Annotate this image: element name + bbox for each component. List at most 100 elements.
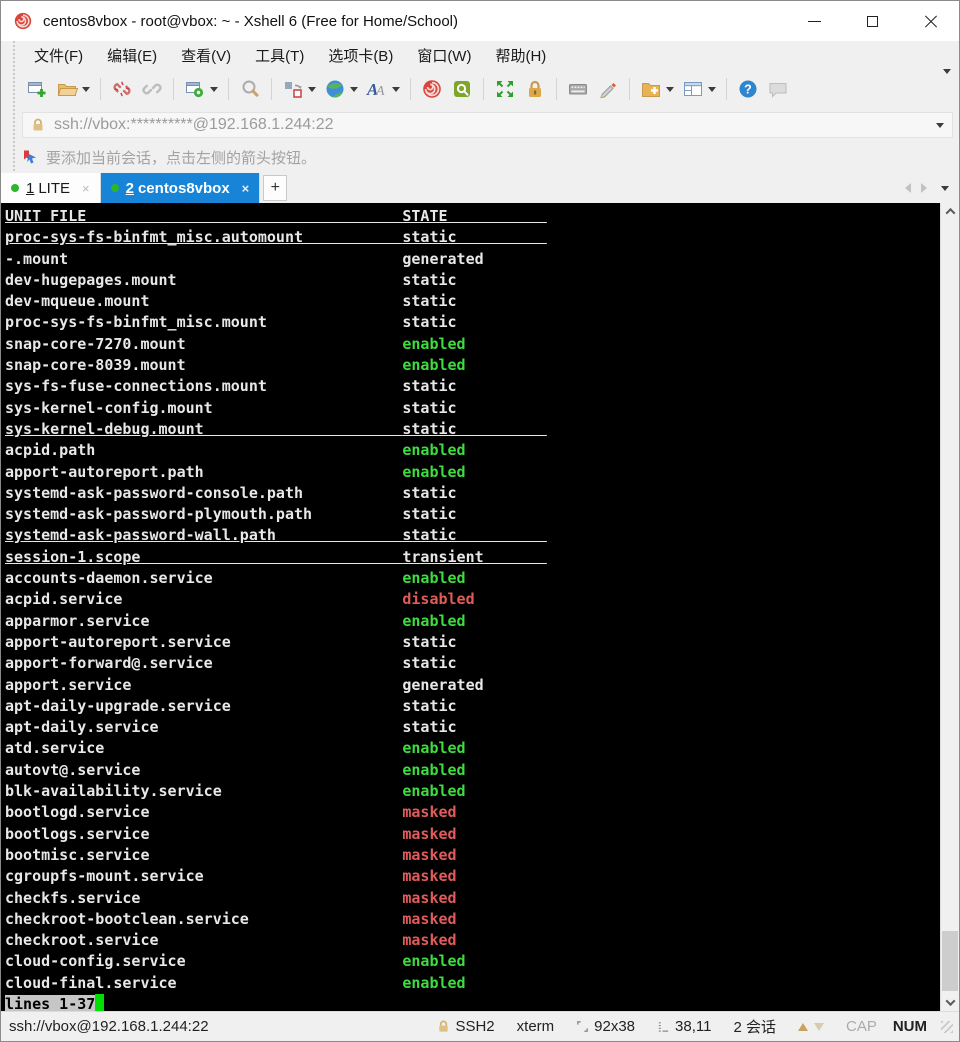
xshell-app-icon xyxy=(13,11,33,31)
tab-label: LITE xyxy=(38,180,70,197)
toolbar-separator xyxy=(228,78,229,100)
reconnect-button[interactable] xyxy=(138,74,166,104)
close-icon xyxy=(924,15,937,28)
new-folder-button[interactable] xyxy=(637,74,677,104)
pager-status-line: lines 1-37 xyxy=(5,994,935,1011)
scroll-down-button[interactable] xyxy=(941,994,959,1011)
help-button[interactable]: ? xyxy=(734,74,762,104)
split-window-button[interactable] xyxy=(679,74,719,104)
minimize-button[interactable] xyxy=(785,1,843,41)
terminal-row: checkfs.service masked xyxy=(5,888,935,909)
arrow-up-icon[interactable] xyxy=(798,1023,808,1031)
tab-close-icon[interactable]: × xyxy=(82,181,90,196)
disconnect-icon xyxy=(111,78,133,100)
split-window-dropdown[interactable] xyxy=(708,87,716,92)
toolbar-separator xyxy=(483,78,484,100)
new-tab-button[interactable]: + xyxy=(263,175,287,201)
toolbar-separator xyxy=(556,78,557,100)
scroll-up-button[interactable] xyxy=(941,203,959,220)
toolbar-drag-grip[interactable] xyxy=(11,41,16,69)
arrange-transfer-dropdown[interactable] xyxy=(308,87,316,92)
address-drag-grip[interactable] xyxy=(11,109,16,141)
new-folder-icon xyxy=(640,78,662,100)
tab-scroll-left-icon[interactable] xyxy=(905,183,911,193)
open-session-dropdown[interactable] xyxy=(82,87,90,92)
session-properties-dropdown[interactable] xyxy=(210,87,218,92)
terminal-row: snap-core-7270.mount enabled xyxy=(5,334,935,355)
tab-centos8vbox[interactable]: 2 centos8vbox × xyxy=(101,173,261,203)
terminal-body: UNIT FILE STATE proc-sys-fs-binfmt_misc.… xyxy=(5,206,935,1011)
xshell-button[interactable] xyxy=(418,74,446,104)
terminal[interactable]: UNIT FILE STATE proc-sys-fs-binfmt_misc.… xyxy=(1,203,959,1011)
address-input[interactable]: ssh://vbox:**********@192.168.1.244:22 xyxy=(54,116,932,134)
new-session-button[interactable] xyxy=(23,74,51,104)
menu-tools[interactable]: 工具(T) xyxy=(243,42,316,69)
open-session-button[interactable] xyxy=(53,74,93,104)
address-dropdown[interactable] xyxy=(936,123,944,128)
virtual-keyboard-button[interactable] xyxy=(564,74,592,104)
terminal-row: checkroot-bootclean.service masked xyxy=(5,909,935,930)
chevron-up-icon xyxy=(945,208,955,218)
menu-tabs[interactable]: 选项卡(B) xyxy=(316,42,405,69)
arrange-transfer-button[interactable] xyxy=(279,74,319,104)
find-button[interactable] xyxy=(236,74,264,104)
new-folder-dropdown[interactable] xyxy=(666,87,674,92)
scrollbar-thumb[interactable] xyxy=(942,931,958,991)
terminal-row: acpid.service disabled xyxy=(5,589,935,610)
toolbar-overflow-dropdown[interactable] xyxy=(943,69,951,82)
terminal-row: bootlogd.service masked xyxy=(5,802,935,823)
terminal-row: proc-sys-fs-binfmt_misc.mount static xyxy=(5,312,935,333)
feedback-button[interactable] xyxy=(764,74,792,104)
menu-edit[interactable]: 编辑(E) xyxy=(95,42,169,69)
menu-window[interactable]: 窗口(W) xyxy=(405,42,483,69)
tab-close-icon[interactable]: × xyxy=(242,181,250,196)
toolbar: A A xyxy=(1,69,959,109)
terminal-row: snap-core-8039.mount enabled xyxy=(5,355,935,376)
status-terminal-size: 92x38 xyxy=(576,1018,635,1035)
toolbar-separator xyxy=(271,78,272,100)
window-resize-grip[interactable] xyxy=(941,1021,953,1033)
close-button[interactable] xyxy=(901,1,959,41)
terminal-row: session-1.scope transient xyxy=(5,547,935,568)
web-browser-button[interactable] xyxy=(321,74,361,104)
tab-status-dot xyxy=(11,184,19,192)
lock-screen-button[interactable] xyxy=(521,74,549,104)
toolbar-separator xyxy=(410,78,411,100)
chevron-down-icon xyxy=(945,996,955,1006)
tab-label: centos8vbox xyxy=(138,180,230,197)
tab-list-dropdown[interactable] xyxy=(941,186,949,191)
tab-lite[interactable]: 1 LITE × xyxy=(1,173,101,203)
terminal-row: systemd-ask-password-wall.path static xyxy=(5,525,935,546)
menu-help[interactable]: 帮助(H) xyxy=(483,42,558,69)
address-field[interactable]: ssh://vbox:**********@192.168.1.244:22 xyxy=(22,112,953,138)
font-dropdown[interactable] xyxy=(392,87,400,92)
xftp-button[interactable] xyxy=(448,74,476,104)
terminal-row: apport-forward@.service static xyxy=(5,653,935,674)
web-browser-dropdown[interactable] xyxy=(350,87,358,92)
terminal-row: acpid.path enabled xyxy=(5,440,935,461)
maximize-button[interactable] xyxy=(843,1,901,41)
arrow-down-icon[interactable] xyxy=(814,1023,824,1031)
tab-index: 2 xyxy=(126,180,134,197)
terminal-row: blk-availability.service enabled xyxy=(5,781,935,802)
menu-view[interactable]: 查看(V) xyxy=(169,42,243,69)
toolbar-drag-grip2[interactable] xyxy=(11,69,16,109)
terminal-row: systemd-ask-password-console.path static xyxy=(5,483,935,504)
terminal-row: apport.service generated xyxy=(5,675,935,696)
terminal-row: apparmor.service enabled xyxy=(5,611,935,632)
lock-icon xyxy=(524,78,546,100)
terminal-row: bootmisc.service masked xyxy=(5,845,935,866)
highlight-pen-button[interactable] xyxy=(594,74,622,104)
tab-scroll-right-icon[interactable] xyxy=(921,183,927,193)
terminal-row: cloud-config.service enabled xyxy=(5,951,935,972)
font-button[interactable]: A A xyxy=(363,74,403,104)
menu-file[interactable]: 文件(F) xyxy=(22,42,95,69)
session-properties-button[interactable] xyxy=(181,74,221,104)
terminal-row: autovt@.service enabled xyxy=(5,760,935,781)
keyboard-icon xyxy=(567,78,589,100)
notice-drag-grip[interactable] xyxy=(11,141,16,173)
disconnect-button[interactable] xyxy=(108,74,136,104)
terminal-scrollbar[interactable] xyxy=(940,203,959,1011)
new-session-icon xyxy=(26,78,48,100)
fullscreen-button[interactable] xyxy=(491,74,519,104)
